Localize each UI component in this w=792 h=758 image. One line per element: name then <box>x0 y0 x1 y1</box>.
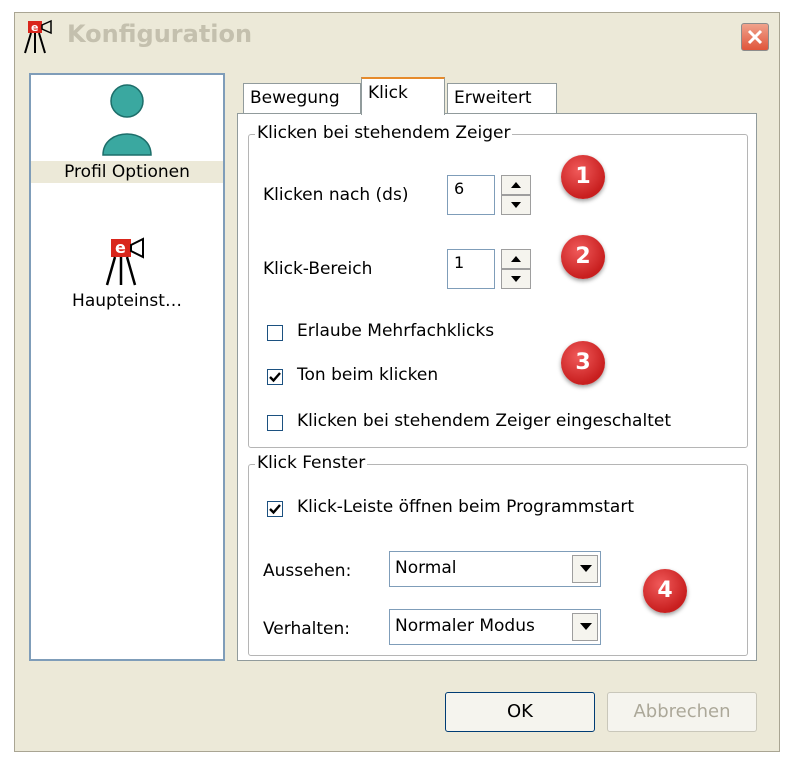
cancel-button[interactable]: Abbrechen <box>607 692 757 732</box>
nav-list: Profil Optionen e Haupteinst… <box>29 73 225 661</box>
spin-down-button[interactable] <box>501 269 531 289</box>
klick-bereich-stepper <box>501 249 531 289</box>
klickleiste-checkbox[interactable] <box>267 501 283 517</box>
nav-item-haupteinstellungen[interactable]: e Haupteinst… <box>31 235 223 311</box>
klick-bereich-label: Klick-Bereich <box>263 259 373 279</box>
window-title: Konfiguration <box>67 20 253 48</box>
group-klicken-bei-stehendem-zeiger: Klicken bei stehendem Zeiger Klicken nac… <box>248 123 748 448</box>
ok-button[interactable]: OK <box>445 692 595 732</box>
eingeschaltet-label: Klicken bei stehendem Zeiger eingeschalt… <box>297 411 671 431</box>
group-klick-fenster: Klick Fenster Klick-Leiste öffnen beim P… <box>248 453 748 656</box>
user-icon <box>97 84 157 161</box>
nav-item-label: Profil Optionen <box>31 161 223 183</box>
mehrfachklicks-checkbox[interactable] <box>267 325 283 341</box>
tab-klick[interactable]: Klick <box>361 77 445 115</box>
spin-down-button[interactable] <box>501 195 531 215</box>
annotation-badge-4: 4 <box>643 569 687 613</box>
close-button[interactable] <box>741 23 769 51</box>
verhalten-label: Verhalten: <box>263 619 351 639</box>
dropdown-button[interactable] <box>572 613 598 641</box>
app-logo-icon: e <box>97 237 157 291</box>
svg-text:e: e <box>115 238 126 257</box>
title-bar: e Konfiguration <box>15 13 779 59</box>
arrow-down-icon <box>511 202 521 208</box>
verhalten-select[interactable]: Normaler Modus <box>389 609 601 645</box>
annotation-badge-1: 1 <box>561 155 605 199</box>
spin-up-button[interactable] <box>501 249 531 269</box>
annotation-badge-2: 2 <box>561 235 605 279</box>
klickleiste-label: Klick-Leiste öffnen beim Programmstart <box>297 497 635 517</box>
aussehen-select[interactable]: Normal <box>389 551 601 587</box>
nav-item-profil-optionen[interactable]: Profil Optionen <box>31 83 223 183</box>
klicken-nach-label: Klicken nach (ds) <box>263 185 409 205</box>
dropdown-button[interactable] <box>572 555 598 583</box>
arrow-up-icon <box>511 256 521 262</box>
klick-bereich-input[interactable]: 1 <box>447 249 495 289</box>
group-title: Klick Fenster <box>255 453 368 473</box>
spin-up-button[interactable] <box>501 175 531 195</box>
aussehen-label: Aussehen: <box>263 561 352 581</box>
klicken-nach-input[interactable]: 6 <box>447 175 495 215</box>
ton-label: Ton beim klicken <box>297 365 439 385</box>
mehrfachklicks-label: Erlaube Mehrfachklicks <box>297 321 495 341</box>
close-icon <box>747 29 763 45</box>
verhalten-value: Normaler Modus <box>395 616 535 636</box>
tab-erweitert[interactable]: Erweitert <box>447 83 557 113</box>
chevron-down-icon <box>580 565 592 572</box>
ton-checkbox[interactable] <box>267 369 283 385</box>
tab-bewegung[interactable]: Bewegung <box>243 83 361 113</box>
group-title: Klicken bei stehendem Zeiger <box>255 123 513 143</box>
arrow-down-icon <box>511 276 521 282</box>
aussehen-value: Normal <box>395 558 457 578</box>
svg-text:e: e <box>31 21 38 34</box>
checkmark-icon <box>269 372 281 383</box>
chevron-down-icon <box>580 623 592 630</box>
eingeschaltet-checkbox[interactable] <box>267 415 283 431</box>
app-logo-icon: e <box>21 19 59 55</box>
nav-item-label: Haupteinst… <box>72 291 182 311</box>
checkmark-icon <box>269 504 281 515</box>
configuration-window: e Konfiguration Profil Optionen e Haupte… <box>14 12 780 752</box>
arrow-up-icon <box>511 182 521 188</box>
annotation-badge-3: 3 <box>561 341 605 385</box>
klicken-nach-stepper <box>501 175 531 215</box>
